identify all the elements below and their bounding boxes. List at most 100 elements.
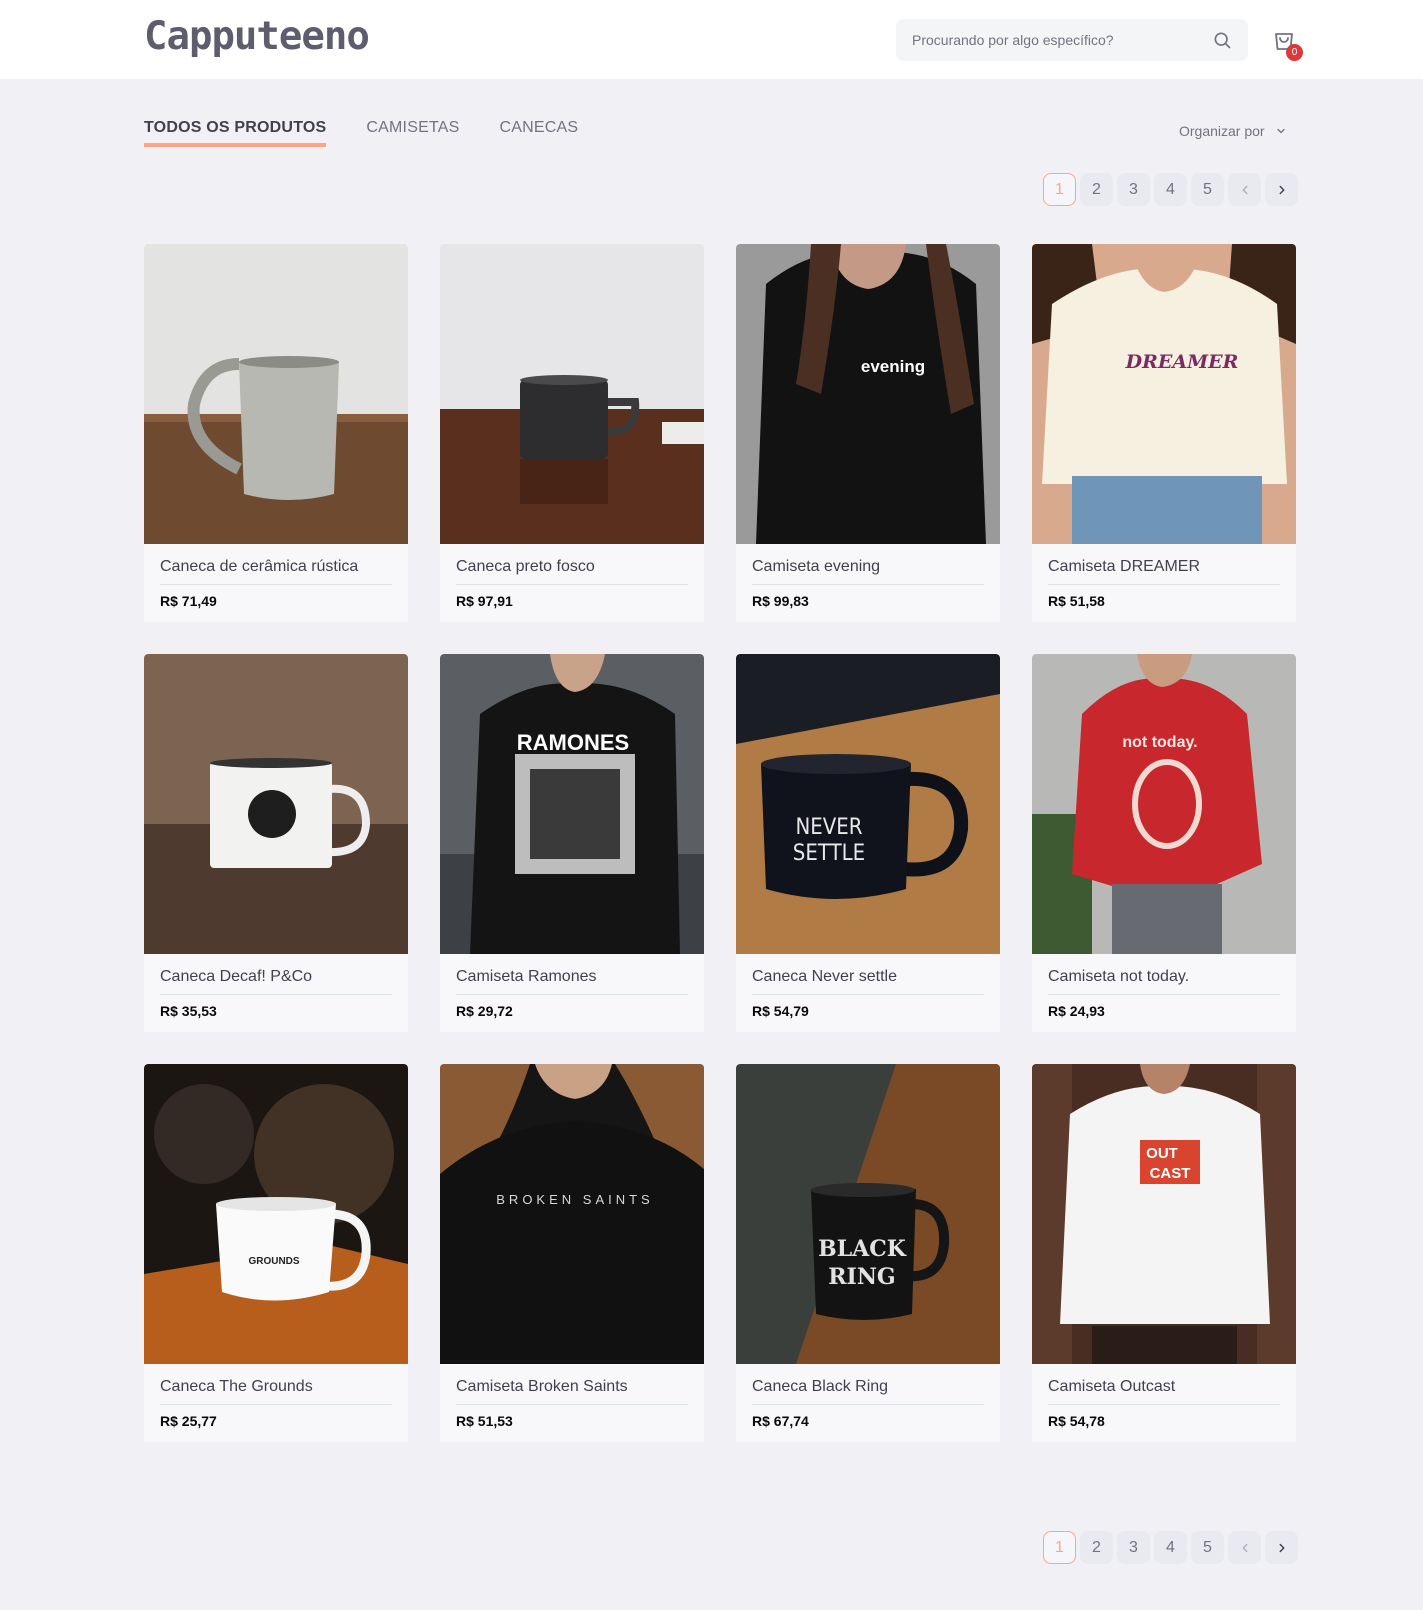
- shirt-photo: RAMONES: [440, 654, 704, 954]
- shirt-photo: OUT CAST: [1032, 1064, 1296, 1364]
- shirt-print-text: RAMONES: [517, 730, 629, 755]
- product-name: Camiseta DREAMER: [1048, 558, 1280, 585]
- product-name: Camiseta Ramones: [456, 968, 688, 995]
- shirt-print-text: CAST: [1150, 1165, 1191, 1182]
- product-card[interactable]: BROKEN SAINTS Camiseta Broken Saints R$ …: [440, 1064, 704, 1442]
- product-grid: Caneca de cerâmica rústica R$ 71,49 Cane…: [144, 244, 1296, 1442]
- product-name: Caneca Never settle: [752, 968, 984, 995]
- product-card[interactable]: evening Camiseta evening R$ 99,83: [736, 244, 1000, 622]
- product-price: R$ 54,79: [752, 1003, 809, 1019]
- product-card[interactable]: Caneca Decaf! P&Co R$ 35,53: [144, 654, 408, 1032]
- page-button-3[interactable]: 3: [1117, 173, 1150, 206]
- product-card[interactable]: not today. Camiseta not today. R$ 24,93: [1032, 654, 1296, 1032]
- shirt-print-text: DREAMER: [1125, 351, 1239, 373]
- chevron-left-icon: [1242, 1543, 1247, 1552]
- chevron-left-icon: [1242, 185, 1247, 194]
- shirt-print-text: not today.: [1122, 734, 1197, 751]
- product-name: Camiseta evening: [752, 558, 984, 585]
- product-image: RAMONES: [440, 654, 704, 954]
- product-card[interactable]: DREAMER Camiseta DREAMER R$ 51,58: [1032, 244, 1296, 622]
- shirt-photo: BROKEN SAINTS: [440, 1064, 704, 1364]
- product-image: GROUNDS: [144, 1064, 408, 1364]
- product-image: NEVER SETTLE: [736, 654, 1000, 954]
- product-name: Caneca The Grounds: [160, 1378, 392, 1405]
- product-card[interactable]: NEVER SETTLE Caneca Never settle R$ 54,7…: [736, 654, 1000, 1032]
- search-bar[interactable]: [896, 19, 1248, 61]
- mug-photo: BLACK RING: [736, 1064, 1000, 1364]
- product-price: R$ 51,53: [456, 1413, 513, 1429]
- product-price: R$ 99,83: [752, 593, 809, 609]
- pagination-bottom: 1 2 3 4 5: [1043, 1531, 1302, 1564]
- category-tabs: TODOS OS PRODUTOS CAMISETAS CANECAS: [144, 119, 618, 147]
- cart-count-badge: 0: [1286, 44, 1303, 61]
- product-name: Camiseta not today.: [1048, 968, 1280, 995]
- product-price: R$ 35,53: [160, 1003, 217, 1019]
- shirt-print-text: BROKEN SAINTS: [496, 1192, 653, 1207]
- product-image: [144, 654, 408, 954]
- search-input[interactable]: [912, 32, 1202, 48]
- mug-print-text: RING: [828, 1264, 895, 1290]
- shirt-print-text: OUT: [1146, 1145, 1178, 1162]
- tab-shirts[interactable]: CAMISETAS: [366, 119, 459, 147]
- product-price: R$ 54,78: [1048, 1413, 1105, 1429]
- sort-label: Organizar por: [1179, 123, 1265, 139]
- chevron-right-icon: [1279, 185, 1284, 194]
- product-name: Caneca Black Ring: [752, 1378, 984, 1405]
- prev-page-button[interactable]: [1228, 173, 1261, 206]
- mug-photo: GROUNDS: [144, 1064, 408, 1364]
- product-name: Caneca de cerâmica rústica: [160, 558, 392, 585]
- product-card[interactable]: BLACK RING Caneca Black Ring R$ 67,74: [736, 1064, 1000, 1442]
- prev-page-button[interactable]: [1228, 1531, 1261, 1564]
- page-button-5[interactable]: 5: [1191, 1531, 1224, 1564]
- product-card[interactable]: GROUNDS Caneca The Grounds R$ 25,77: [144, 1064, 408, 1442]
- product-image: BLACK RING: [736, 1064, 1000, 1364]
- shirt-photo: DREAMER: [1032, 244, 1296, 544]
- product-card[interactable]: RAMONES Camiseta Ramones R$ 29,72: [440, 654, 704, 1032]
- page-button-5[interactable]: 5: [1191, 173, 1224, 206]
- mug-photo: [144, 244, 408, 544]
- product-price: R$ 67,74: [752, 1413, 809, 1429]
- pagination-top: 1 2 3 4 5: [1043, 173, 1302, 206]
- product-image: DREAMER: [1032, 244, 1296, 544]
- shirt-photo: not today.: [1032, 654, 1296, 954]
- page-button-3[interactable]: 3: [1117, 1531, 1150, 1564]
- mug-print-text: NEVER: [795, 815, 862, 840]
- site-header: Capputeeno 0: [0, 0, 1423, 79]
- product-price: R$ 29,72: [456, 1003, 513, 1019]
- page-button-2[interactable]: 2: [1080, 1531, 1113, 1564]
- page-button-4[interactable]: 4: [1154, 1531, 1187, 1564]
- product-image: BROKEN SAINTS: [440, 1064, 704, 1364]
- logo[interactable]: Capputeeno: [144, 14, 370, 59]
- product-name: Camiseta Outcast: [1048, 1378, 1280, 1405]
- product-card[interactable]: Caneca preto fosco R$ 97,91: [440, 244, 704, 622]
- product-price: R$ 51,58: [1048, 593, 1105, 609]
- product-image: [144, 244, 408, 544]
- product-name: Camiseta Broken Saints: [456, 1378, 688, 1405]
- product-price: R$ 97,91: [456, 593, 513, 609]
- chevron-right-icon: [1279, 1543, 1284, 1552]
- mug-photo: [144, 654, 408, 954]
- mug-print-text: GROUNDS: [248, 1256, 299, 1267]
- page-button-1[interactable]: 1: [1043, 1531, 1076, 1564]
- product-image: [440, 244, 704, 544]
- product-name: Caneca Decaf! P&Co: [160, 968, 392, 995]
- search-icon[interactable]: [1212, 30, 1232, 50]
- product-price: R$ 24,93: [1048, 1003, 1105, 1019]
- sort-dropdown[interactable]: Organizar por: [1179, 123, 1287, 139]
- tab-mugs[interactable]: CANECAS: [499, 119, 578, 147]
- page-button-1[interactable]: 1: [1043, 173, 1076, 206]
- tab-all-products[interactable]: TODOS OS PRODUTOS: [144, 119, 327, 147]
- product-image: OUT CAST: [1032, 1064, 1296, 1364]
- product-price: R$ 71,49: [160, 593, 217, 609]
- product-image: not today.: [1032, 654, 1296, 954]
- page-button-2[interactable]: 2: [1080, 173, 1113, 206]
- product-card[interactable]: OUT CAST Camiseta Outcast R$ 54,78: [1032, 1064, 1296, 1442]
- product-card[interactable]: Caneca de cerâmica rústica R$ 71,49: [144, 244, 408, 622]
- next-page-button[interactable]: [1265, 1531, 1298, 1564]
- next-page-button[interactable]: [1265, 173, 1298, 206]
- mug-photo: [440, 244, 704, 544]
- page-button-4[interactable]: 4: [1154, 173, 1187, 206]
- shirt-photo: evening: [736, 244, 1000, 544]
- mug-print-text: SETTLE: [793, 841, 865, 866]
- shirt-print-text: evening: [861, 357, 925, 376]
